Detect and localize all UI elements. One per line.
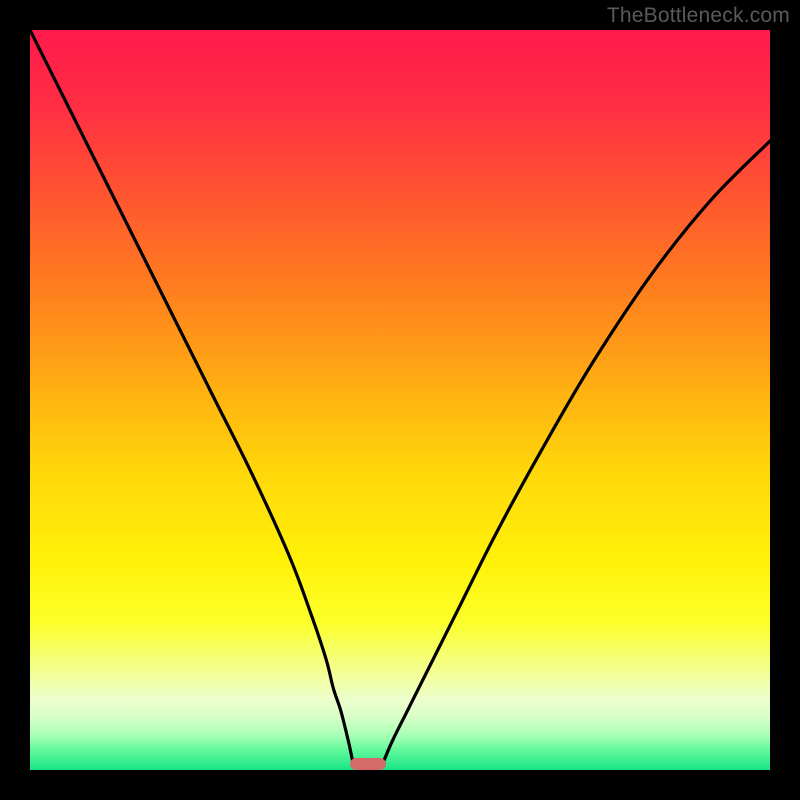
optimal-zone-marker [350,758,386,770]
watermark-text: TheBottleneck.com [607,4,790,28]
chart-frame: TheBottleneck.com [0,0,800,800]
plot-area [30,30,770,770]
bottleneck-curve [30,30,770,770]
